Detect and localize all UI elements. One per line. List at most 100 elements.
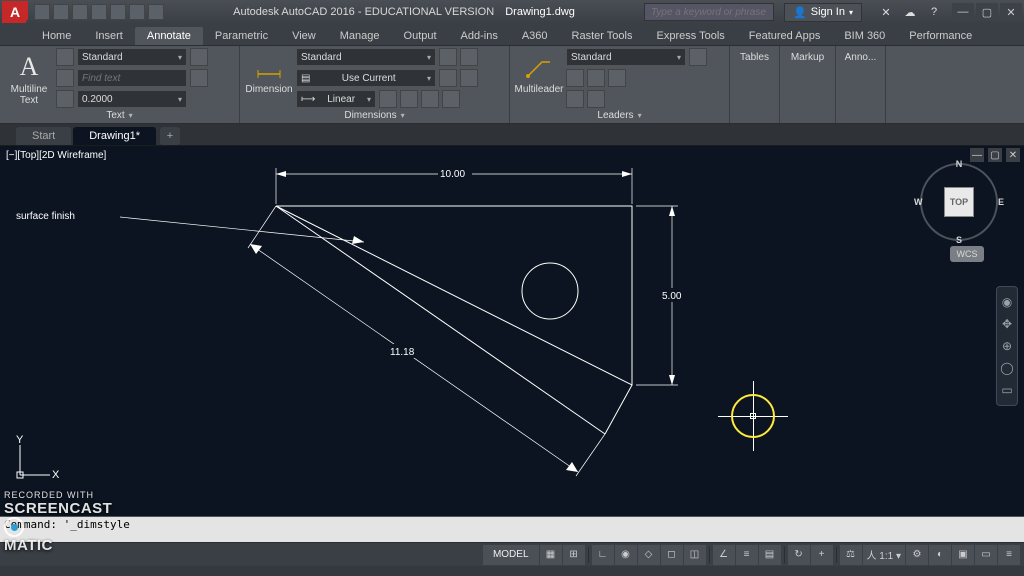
viewcube-e[interactable]: E [998,197,1004,207]
viewcube-w[interactable]: W [914,197,923,207]
leader-t2-icon[interactable] [587,69,605,87]
status-snap-icon[interactable]: ⊞ [563,545,585,565]
leader-t1-icon[interactable] [566,69,584,87]
exchange-icon[interactable]: ✕ [878,4,894,20]
text-stylemgr-icon[interactable] [190,48,208,66]
help-icon[interactable]: ? [926,4,942,20]
help-search-input[interactable] [644,3,774,21]
qat-save-icon[interactable] [72,4,88,20]
status-otrack-icon[interactable]: ∠ [713,545,735,565]
tab-annotate[interactable]: Annotate [135,27,203,45]
text-height-icon[interactable] [56,90,74,108]
viewcube-n[interactable]: N [956,159,963,169]
viewcube[interactable]: N S W E TOP [918,161,1000,243]
dim-t6-icon[interactable] [400,90,418,108]
tab-start[interactable]: Start [16,127,71,145]
nav-orbit-icon[interactable]: ◯ [997,357,1017,379]
dim-t8-icon[interactable] [442,90,460,108]
minimize-button[interactable]: — [952,3,974,21]
status-hardware-icon[interactable]: ◐ [929,545,951,565]
text-height-combo[interactable]: 0.2000▾ [77,90,187,108]
maximize-button[interactable]: ▢ [976,3,998,21]
nav-pan-icon[interactable]: ✥ [997,313,1017,335]
panel-text-label[interactable]: Text [6,108,233,123]
panel-tables[interactable]: Tables [730,46,780,123]
tab-express[interactable]: Express Tools [644,27,736,45]
multiline-text-button[interactable]: A Multiline Text [6,48,52,106]
qat-redo-icon[interactable] [148,4,164,20]
tab-featured[interactable]: Featured Apps [737,27,833,45]
leader-style-combo[interactable]: Standard▾ [566,48,686,66]
find-text-input[interactable] [77,69,187,87]
status-annoscale-icon[interactable]: ⚖ [840,545,862,565]
drawing-canvas[interactable]: [−][Top][2D Wireframe] — ▢ ✕ 10.00 5.00 [0,146,1024,516]
status-lineweight-icon[interactable]: ≡ [736,545,758,565]
text-style-combo[interactable]: Standard▾ [77,48,187,66]
tab-parametric[interactable]: Parametric [203,27,280,45]
status-3dosnap-icon[interactable]: ◫ [684,545,706,565]
leader-t5-icon[interactable] [587,90,605,108]
dim-layer-combo[interactable]: ▤ Use Current▾ [296,69,436,87]
command-area[interactable]: Command: '_dimstyle [0,516,1024,542]
find-go-icon[interactable] [190,69,208,87]
status-custom-icon[interactable]: ≡ [998,545,1020,565]
dim-linear-combo[interactable]: ⟼ Linear▾ [296,90,376,108]
status-osnap-icon[interactable]: ◻ [661,545,683,565]
dim-tool4-icon[interactable] [460,69,478,87]
viewcube-s[interactable]: S [956,235,962,245]
dim-t5-icon[interactable] [379,90,397,108]
tab-manage[interactable]: Manage [328,27,392,45]
status-cleanscreen-icon[interactable]: ▭ [975,545,997,565]
tab-bim360[interactable]: BIM 360 [832,27,897,45]
tab-output[interactable]: Output [392,27,449,45]
stayconnected-icon[interactable]: ☁ [902,4,918,20]
panel-leaders-label[interactable]: Leaders [516,108,723,123]
tab-performance[interactable]: Performance [897,27,984,45]
status-ortho-icon[interactable]: ∟ [592,545,614,565]
status-transparency-icon[interactable]: ▤ [759,545,781,565]
qat-undo-icon[interactable] [129,4,145,20]
dim-t7-icon[interactable] [421,90,439,108]
sign-in-button[interactable]: 👤 Sign In ▾ [784,3,862,22]
status-polar-icon[interactable]: ◉ [615,545,637,565]
new-tab-button[interactable]: + [160,127,180,145]
tab-addins[interactable]: Add-ins [449,27,510,45]
leader-t4-icon[interactable] [566,90,584,108]
status-cycling-icon[interactable]: ↻ [788,545,810,565]
qat-new-icon[interactable] [34,4,50,20]
leader-stylemgr-icon[interactable] [689,48,707,66]
qat-open-icon[interactable] [53,4,69,20]
close-button[interactable]: ✕ [1000,3,1022,21]
dim-style-combo[interactable]: Standard▾ [296,48,436,66]
status-annomonitor-icon[interactable]: + [811,545,833,565]
tab-insert[interactable]: Insert [83,27,135,45]
status-scale-button[interactable]: 人 1:1 ▾ [863,545,905,565]
status-iso-icon[interactable]: ◇ [638,545,660,565]
tab-raster[interactable]: Raster Tools [560,27,645,45]
nav-showmotion-icon[interactable]: ▭ [997,379,1017,401]
find-icon[interactable] [56,69,74,87]
panel-dimensions-label[interactable]: Dimensions [246,108,503,123]
dimension-button[interactable]: Dimension [246,48,292,95]
dim-tool3-icon[interactable] [439,69,457,87]
multileader-button[interactable]: Multileader [516,48,562,95]
dim-tool2-icon[interactable] [460,48,478,66]
abc-icon[interactable] [56,48,74,66]
status-isolate-icon[interactable]: ▣ [952,545,974,565]
status-grid-icon[interactable]: ▦ [540,545,562,565]
leader-t3-icon[interactable] [608,69,626,87]
status-workspace-icon[interactable]: ⚙ [906,545,928,565]
panel-markup[interactable]: Markup [780,46,836,123]
nav-wheel-icon[interactable]: ◉ [997,291,1017,313]
panel-anno[interactable]: Anno... [836,46,886,123]
model-space-button[interactable]: MODEL [483,545,539,565]
nav-zoom-icon[interactable]: ⊕ [997,335,1017,357]
qat-plot-icon[interactable] [110,4,126,20]
wcs-badge[interactable]: WCS [950,246,984,262]
qat-saveas-icon[interactable] [91,4,107,20]
tab-drawing1[interactable]: Drawing1* [73,127,156,145]
tab-a360[interactable]: A360 [510,27,560,45]
dim-tool1-icon[interactable] [439,48,457,66]
app-logo[interactable]: A [2,1,28,23]
tab-view[interactable]: View [280,27,328,45]
